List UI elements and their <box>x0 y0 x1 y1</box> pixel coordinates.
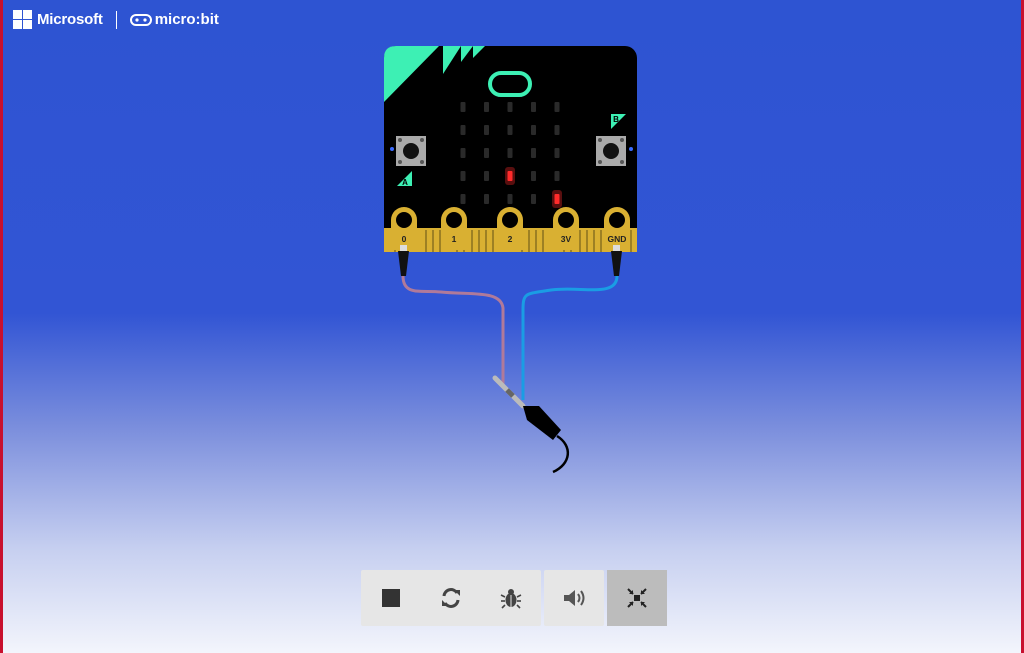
stop-button[interactable] <box>361 570 421 626</box>
wire-gnd <box>521 275 619 400</box>
pin-label-2: 2 <box>508 234 513 244</box>
simulator-stage: Microsoft micro:bit A B 0 1 2 3V GND <box>0 0 1024 653</box>
led-off <box>507 102 513 112</box>
side-indicator-left <box>390 147 394 151</box>
led-off <box>531 125 536 135</box>
pin-label-1: 1 <box>452 234 457 244</box>
microsoft-label: Microsoft <box>37 11 103 28</box>
simulator-toolbar <box>361 570 667 626</box>
debug-button[interactable] <box>481 570 541 626</box>
restart-button[interactable] <box>421 570 481 626</box>
led-off <box>531 171 536 181</box>
led-on <box>554 194 560 204</box>
led-off <box>460 171 466 181</box>
stop-icon <box>382 589 400 607</box>
led-off <box>554 102 560 112</box>
mute-button[interactable] <box>544 570 604 626</box>
led-off <box>484 148 489 158</box>
brand-divider <box>115 10 117 29</box>
led-off <box>507 125 513 135</box>
restart-icon <box>442 588 460 608</box>
led-off <box>554 125 560 135</box>
button-a[interactable] <box>396 136 426 166</box>
led-off <box>507 194 513 204</box>
microbit-board: A B 0 1 2 3V GND <box>384 46 637 474</box>
led-off <box>484 194 489 204</box>
led-off <box>460 102 466 112</box>
led-off <box>460 194 466 204</box>
led-off <box>460 125 466 135</box>
led-off <box>554 171 560 181</box>
microbit-label: micro:bit <box>154 11 219 28</box>
led-off <box>460 148 466 158</box>
led-off <box>507 148 513 158</box>
headphone-jack-icon <box>492 375 569 474</box>
led-off <box>484 102 489 112</box>
led-off <box>484 171 489 181</box>
collapse-icon <box>627 588 647 608</box>
led-off <box>531 148 536 158</box>
led-off <box>531 102 536 112</box>
led-off <box>554 148 560 158</box>
side-indicator-right <box>629 147 633 151</box>
pin-label-gnd: GND <box>608 234 627 244</box>
pin-label-3v: 3V <box>561 234 572 244</box>
microbit-brand: micro:bit <box>129 11 219 28</box>
button-b-label: B <box>613 115 619 124</box>
button-a-label: A <box>402 178 408 187</box>
button-b[interactable] <box>596 136 626 166</box>
audio-controls <box>544 570 604 626</box>
speaker-icon <box>564 590 585 606</box>
bug-icon <box>500 589 522 609</box>
wire-pin0 <box>401 275 505 384</box>
led-off <box>484 125 489 135</box>
simulator-controls <box>361 570 541 626</box>
microbit-simulator[interactable]: A B 0 1 2 3V GND <box>381 44 641 484</box>
pin-label-0: 0 <box>402 234 407 244</box>
led-on <box>507 171 513 181</box>
view-controls <box>607 570 667 626</box>
microsoft-logo-icon <box>13 10 32 29</box>
exit-fullscreen-button[interactable] <box>607 570 667 626</box>
brand-bar: Microsoft micro:bit <box>13 10 219 29</box>
microbit-logo-icon <box>129 13 152 26</box>
led-off <box>531 194 536 204</box>
